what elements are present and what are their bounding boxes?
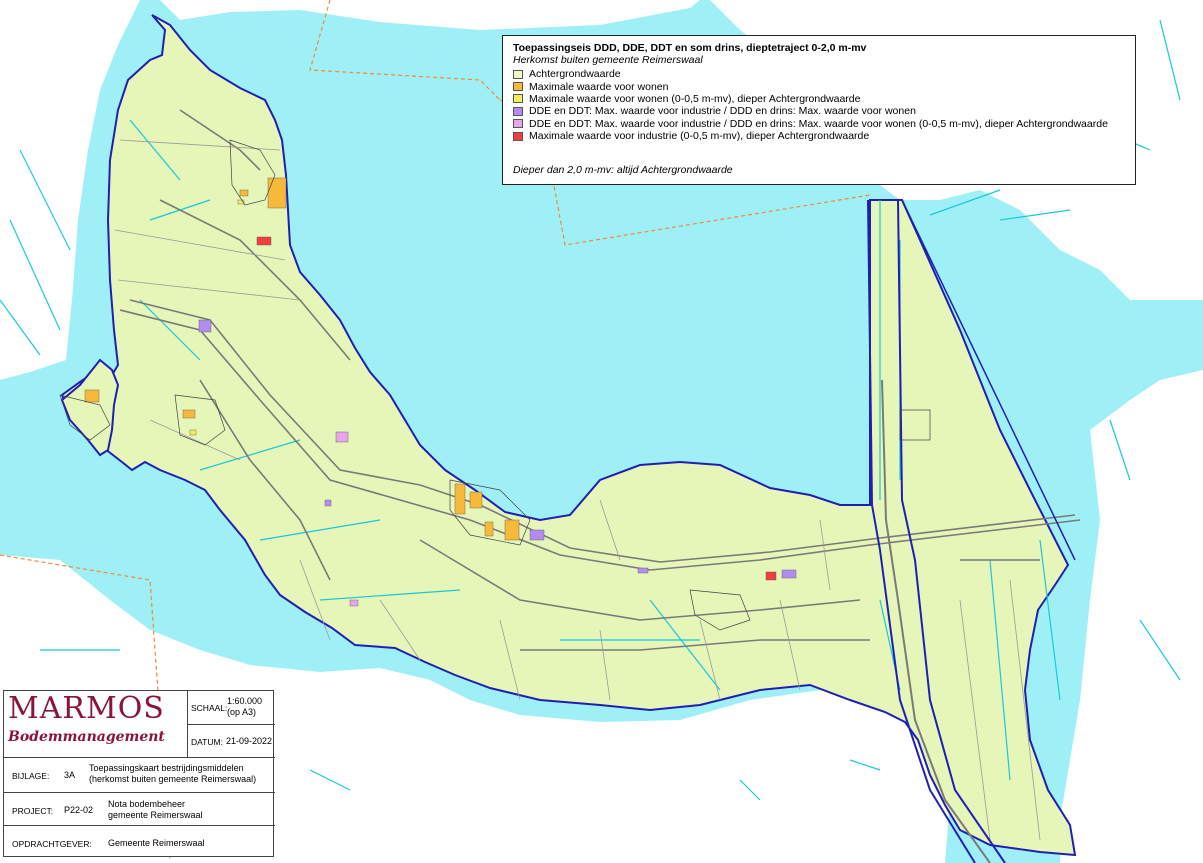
opdrachtgever-value: Gemeente Reimerswaal [108,838,205,848]
schaal-note: (op A3) [227,707,257,717]
legend-swatch [513,82,523,92]
logo-marmos: MARMOS [8,691,165,726]
bijlage-label: BIJLAGE: [12,771,50,781]
legend-subtitle: Herkomst buiten gemeente Reimerswaal [513,54,703,66]
legend-item-wonen: Maximale waarde voor wonen [513,80,1125,93]
legend-swatch [513,106,523,116]
legend-item-label: Achtergrondwaarde [529,68,621,81]
legend-note: Dieper dan 2,0 m-mv: altijd Achtergrondw… [513,164,733,176]
legend-swatch [513,69,523,79]
legend-swatch [513,131,523,141]
logo-bodemmanagement: Bodemmanagement [8,729,165,745]
legend-item-industrie-wonen-05: DDE en DDT: Max. waarde voor industrie /… [513,118,1125,130]
legend-item-industrie-wonen: DDE en DDT: Max. waarde voor industrie /… [513,105,1125,117]
project-text-1: Nota bodembeheer [108,799,186,809]
legend-item-label: Maximale waarde voor industrie (0-0,5 m-… [529,130,870,143]
project-label: PROJECT: [12,806,54,816]
legend-swatch [513,119,523,129]
legend-item-label: Maximale waarde voor wonen [529,80,669,93]
legend-swatch [513,94,523,104]
bijlage-text-2: (herkomst buiten gemeente Reimerswaal) [89,774,257,784]
bijlage-value: 3A [64,770,76,780]
logo-area: MARMOS Bodemmanagement [4,691,187,757]
divider [187,724,275,725]
datum-label: DATUM: [191,737,223,747]
legend-item-label: DDE en DDT: Max. waarde voor industrie /… [529,117,1108,130]
datum-value: 21-09-2022 [226,736,273,746]
divider [4,792,275,793]
legend-item-industrie-05: Maximale waarde voor industrie (0-0,5 m-… [513,130,1125,142]
legend-item-wonen-05: Maximale waarde voor wonen (0-0,5 m-mv),… [513,93,1125,105]
divider [4,757,275,758]
legend-item-label: DDE en DDT: Max. waarde voor industrie /… [529,105,916,118]
bijlage-text-1: Toepassingskaart bestrijdingsmiddelen [89,763,244,773]
project-value: P22-02 [64,805,94,815]
legend-item-label: Maximale waarde voor wonen (0-0,5 m-mv),… [529,92,861,105]
project-text-2: gemeente Reimerswaal [108,810,203,820]
title-block: MARMOS Bodemmanagement SCHAAL: 1:60.000 … [3,690,275,857]
map-legend: Toepassingseis DDD, DDE, DDT en som drin… [502,35,1136,185]
schaal-value: 1:60.000 [227,696,263,706]
legend-title: Toepassingseis DDD, DDE, DDT en som drin… [513,42,867,54]
legend-item-achtergrond: Achtergrondwaarde [513,68,1125,80]
opdrachtgever-label: OPDRACHTGEVER: [12,839,92,849]
divider [4,825,275,826]
schaal-label: SCHAAL: [191,703,228,713]
